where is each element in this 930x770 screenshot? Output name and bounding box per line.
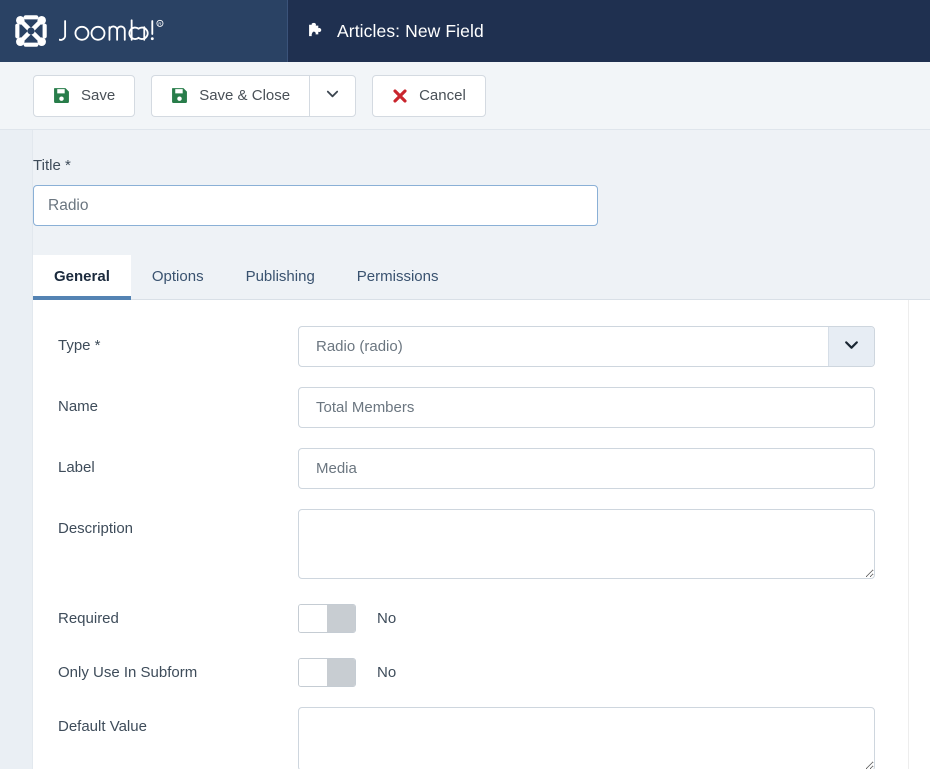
- floppy-disk-icon: [53, 87, 70, 104]
- field-row-description: Description: [33, 509, 930, 579]
- cancel-button-label: Cancel: [419, 87, 466, 104]
- puzzle-piece-icon: [309, 22, 322, 37]
- only-use-in-subform-toggle-track: [327, 659, 355, 686]
- type-select[interactable]: Radio (radio): [298, 326, 875, 367]
- label-input[interactable]: [298, 448, 875, 489]
- field-row-required: Required No: [33, 599, 930, 633]
- field-row-only-use-in-subform: Only Use In Subform No: [33, 653, 930, 687]
- only-use-in-subform-toggle[interactable]: [298, 658, 356, 687]
- field-row-type: Type * Radio (radio): [33, 326, 930, 367]
- x-mark-icon: [392, 88, 408, 104]
- description-label: Description: [58, 520, 134, 537]
- admin-header: R Articles: New Field: [0, 0, 930, 62]
- field-row-default-value: Default Value: [33, 707, 930, 769]
- title-field-band: Title *: [33, 130, 930, 256]
- page-body: Title * General Options Publishing Permi…: [0, 130, 930, 769]
- save-and-close-button[interactable]: Save & Close: [151, 74, 310, 117]
- required-toggle[interactable]: [298, 604, 356, 633]
- main-content: Title * General Options Publishing Permi…: [33, 130, 930, 769]
- chevron-down-icon: [843, 336, 860, 358]
- label-field-label: Label: [58, 459, 95, 476]
- default-value-textarea[interactable]: [298, 707, 875, 769]
- admin-toolbar: Save Save & Close Cancel: [0, 62, 930, 130]
- cancel-button[interactable]: Cancel: [372, 74, 486, 117]
- tab-options[interactable]: Options: [131, 255, 225, 299]
- name-label: Name: [58, 398, 99, 415]
- save-button[interactable]: Save: [33, 74, 136, 117]
- field-row-name: Name: [33, 387, 930, 428]
- default-value-label: Default Value: [58, 718, 147, 735]
- tab-publishing[interactable]: Publishing: [225, 255, 336, 299]
- general-tab-panel: Type * Radio (radio) Name Total Members …: [33, 300, 930, 769]
- type-label: Type *: [58, 337, 101, 354]
- content-scrollbar[interactable]: [908, 300, 930, 769]
- required-toggle-knob: [299, 605, 327, 632]
- page-title: Articles: New Field: [337, 20, 484, 41]
- save-button-label: Save: [81, 87, 116, 104]
- save-and-close-group: Save & Close: [151, 74, 357, 117]
- name-input[interactable]: [298, 387, 875, 428]
- tab-permissions[interactable]: Permissions: [336, 255, 460, 299]
- type-select-caret[interactable]: [828, 327, 874, 366]
- joomla-logo-icon: [15, 15, 47, 47]
- title-field-label: Title *: [33, 157, 71, 174]
- required-toggle-state: No: [377, 610, 397, 627]
- joomla-wordmark: R: [59, 19, 164, 41]
- floppy-disk-icon: [171, 87, 188, 104]
- sidebar-rail: [0, 130, 33, 769]
- tab-general[interactable]: General: [33, 255, 131, 300]
- field-row-label: Label: [33, 448, 930, 489]
- title-input[interactable]: [33, 185, 598, 226]
- form-tabs: General Options Publishing Permissions: [33, 255, 930, 300]
- save-and-close-label: Save & Close: [199, 87, 291, 104]
- save-dropdown-toggle[interactable]: [309, 74, 357, 117]
- chevron-down-icon: [325, 86, 340, 106]
- required-label: Required: [58, 610, 119, 627]
- brand-area[interactable]: R: [0, 0, 287, 62]
- only-use-in-subform-toggle-knob: [299, 659, 327, 686]
- page-title-area: Articles: New Field: [287, 0, 930, 62]
- only-use-in-subform-toggle-state: No: [377, 664, 397, 681]
- description-textarea[interactable]: [298, 509, 875, 579]
- required-toggle-track: [327, 605, 355, 632]
- type-select-value: Radio (radio): [316, 338, 403, 355]
- only-use-in-subform-label: Only Use In Subform: [58, 664, 198, 681]
